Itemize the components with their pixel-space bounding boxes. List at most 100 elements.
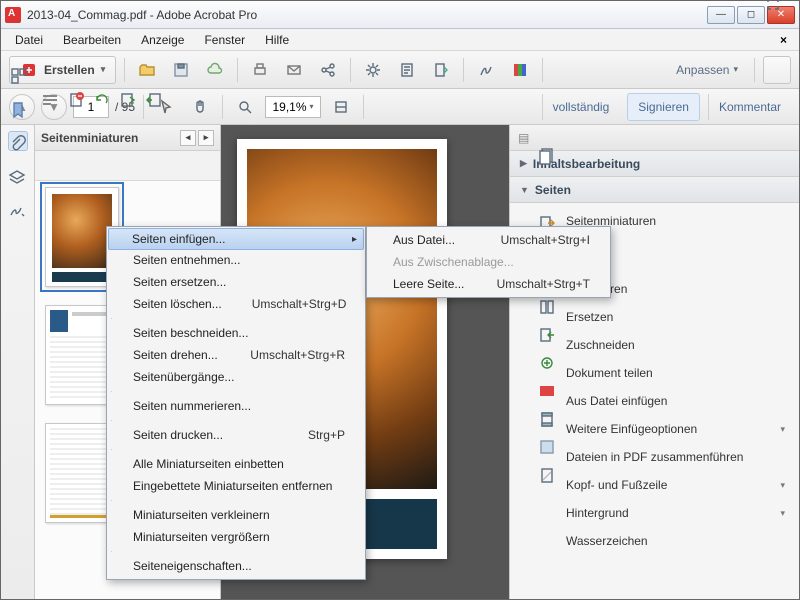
form-icon: [398, 61, 416, 79]
fit-icon: [332, 98, 350, 116]
thumb-extract-icon[interactable]: [145, 157, 163, 175]
ctx-seiten-einfuegen[interactable]: Seiten einfügen...: [108, 228, 364, 250]
link-vollstaendig[interactable]: vollständig: [542, 94, 620, 120]
ctx-uebergaenge[interactable]: Seitenübergänge...: [109, 366, 363, 388]
print-button[interactable]: [246, 56, 274, 84]
zoom-tool[interactable]: [231, 93, 259, 121]
fullscreen-icon: [764, 0, 790, 145]
sub-leere-seite[interactable]: Leere Seite...Umschalt+Strg+T: [369, 273, 608, 295]
color-button[interactable]: [506, 56, 534, 84]
window-titlebar: 2013-04_Commag.pdf - Adobe Acrobat Pro —…: [1, 1, 799, 29]
ctx-sep: [111, 551, 112, 552]
ctx-seiten-loeschen[interactable]: Seiten löschen...Umschalt+Strg+D: [109, 293, 363, 315]
separator: [463, 58, 464, 82]
ctx-seiten-entnehmen[interactable]: Seiten entnehmen...: [109, 249, 363, 271]
thumb-next-button[interactable]: ▸: [198, 130, 214, 146]
menu-bearbeiten[interactable]: Bearbeiten: [55, 31, 129, 49]
chevron-down-icon: ▾: [101, 64, 106, 75]
triangle-right-icon: ▶: [520, 158, 527, 169]
minimize-button[interactable]: —: [707, 6, 735, 24]
tools-panel: ▤ ▶Inhaltsbearbeitung ▼Seiten Seitenmini…: [509, 125, 799, 599]
share-button[interactable]: [314, 56, 342, 84]
chevron-down-icon: ▾: [780, 424, 785, 435]
color-icon: [511, 61, 529, 79]
ctx-drehen[interactable]: Seiten drehen...Umschalt+Strg+R: [109, 344, 363, 366]
ctx-sep: [111, 391, 112, 392]
right-link-group: vollständig Signieren Kommentar: [542, 93, 791, 121]
ctx-beschneiden[interactable]: Seiten beschneiden...: [109, 322, 363, 344]
save-button[interactable]: [167, 56, 195, 84]
form-button[interactable]: [393, 56, 421, 84]
ctx-sep: [111, 318, 112, 319]
separator: [542, 58, 543, 82]
hand-tool[interactable]: [186, 93, 214, 121]
cloud-icon: [206, 61, 224, 79]
maximize-button[interactable]: ◻: [737, 6, 765, 24]
ctx-verkleinern[interactable]: Miniaturseiten verkleinern: [109, 504, 363, 526]
menu-hilfe[interactable]: Hilfe: [257, 31, 297, 49]
mail-button[interactable]: [280, 56, 308, 84]
separator: [124, 58, 125, 82]
main-toolbar: Erstellen ▾ Anpassen ▾: [1, 51, 799, 89]
settings-button[interactable]: [359, 56, 387, 84]
magnifier-icon: [236, 98, 254, 116]
chevron-down-icon: ▾: [780, 508, 785, 519]
window-title: 2013-04_Commag.pdf - Adobe Acrobat Pro: [27, 8, 707, 22]
menu-fenster[interactable]: Fenster: [196, 31, 253, 49]
menu-datei[interactable]: Datei: [7, 31, 51, 49]
zoom-field[interactable]: 19,1% ▾: [265, 96, 321, 118]
chevron-down-icon: ▾: [310, 102, 314, 111]
fullscreen-button[interactable]: [763, 56, 791, 84]
ctx-alle-einbetten[interactable]: Alle Miniaturseiten einbetten: [109, 453, 363, 475]
ctx-sep: [111, 420, 112, 421]
watermark-icon: [538, 532, 556, 550]
export-button[interactable]: [427, 56, 455, 84]
sign-button[interactable]: [472, 56, 500, 84]
ctx-nummerieren[interactable]: Seiten nummerieren...: [109, 395, 363, 417]
context-submenu: Aus Datei...Umschalt+Strg+I Aus Zwischen…: [366, 226, 611, 298]
folder-icon: [138, 61, 156, 79]
thumb-rotate-icon[interactable]: [93, 157, 111, 175]
separator: [143, 95, 144, 119]
erstellen-label: Erstellen: [44, 63, 95, 77]
separator: [350, 58, 351, 82]
sign-icon: [477, 61, 495, 79]
print-icon: [251, 61, 269, 79]
thumb-options-icon[interactable]: [41, 157, 59, 175]
separator: [237, 58, 238, 82]
thumb-insert-icon[interactable]: [119, 157, 137, 175]
tools-strip-handle[interactable]: ▤: [518, 131, 529, 145]
fit-button[interactable]: [327, 93, 355, 121]
triangle-down-icon: ▼: [520, 185, 529, 195]
thumb-prev-button[interactable]: ◂: [180, 130, 196, 146]
left-rail: [1, 125, 35, 599]
ctx-drucken[interactable]: Seiten drucken...Strg+P: [109, 424, 363, 446]
rp-wasserzeichen[interactable]: Wasserzeichen: [510, 527, 799, 555]
chevron-down-icon: ▾: [780, 480, 785, 491]
ctx-eingebettete-entfernen[interactable]: Eingebettete Miniaturseiten entfernen: [109, 475, 363, 497]
separator: [754, 58, 755, 82]
separator: [363, 95, 364, 119]
sub-aus-datei[interactable]: Aus Datei...Umschalt+Strg+I: [369, 229, 608, 251]
link-kommentar[interactable]: Kommentar: [708, 94, 791, 120]
thumb-delete-icon[interactable]: [67, 157, 85, 175]
thumbnails-toolbar: [35, 151, 220, 181]
link-signieren[interactable]: Signieren: [627, 93, 700, 121]
mail-icon: [285, 61, 303, 79]
ctx-sep: [111, 449, 112, 450]
ctx-seiten-ersetzen[interactable]: Seiten ersetzen...: [109, 271, 363, 293]
hand-icon: [191, 98, 209, 116]
sub-zwischenablage: Aus Zwischenablage...: [369, 251, 608, 273]
signature-icon[interactable]: [8, 267, 28, 287]
ctx-vergroessern[interactable]: Miniaturseiten vergrößern: [109, 526, 363, 548]
gear-icon: [364, 61, 382, 79]
menu-anzeige[interactable]: Anzeige: [133, 31, 192, 49]
anpassen-button[interactable]: Anpassen ▾: [668, 63, 746, 77]
app-icon: [5, 7, 21, 23]
ctx-eigenschaften[interactable]: Seiteneigenschaften...: [109, 555, 363, 577]
save-icon: [172, 61, 190, 79]
share-icon: [319, 61, 337, 79]
cloud-button[interactable]: [201, 56, 229, 84]
zoom-value: 19,1%: [272, 100, 306, 114]
open-button[interactable]: [133, 56, 161, 84]
